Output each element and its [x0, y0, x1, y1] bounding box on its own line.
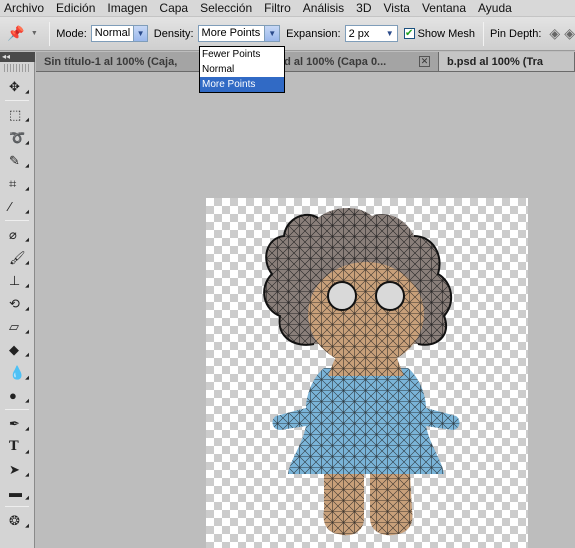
separator	[49, 21, 51, 46]
separator	[5, 409, 29, 410]
chevron-down-icon: ▼	[133, 26, 147, 41]
density-option-more[interactable]: More Points	[200, 77, 284, 92]
document-tab-bar: Sin título-1 al 100% (Caja, rosa.psd al …	[36, 52, 575, 72]
mode-label: Mode:	[56, 27, 87, 40]
show-mesh-label: Show Mesh	[417, 27, 476, 40]
puppet-warp-mesh-figure	[263, 207, 460, 536]
path-selection-tool-icon[interactable]: ➤ ◢	[2, 459, 32, 480]
menu-capa[interactable]: Capa	[153, 0, 194, 17]
tool-preset-picker[interactable]: 📌 ▼	[0, 19, 45, 49]
expansion-input[interactable]: 2 px ▼	[344, 25, 398, 42]
menu-3d[interactable]: 3D	[350, 0, 377, 17]
pin-depth-controls: ◈ ◈	[549, 25, 575, 42]
show-mesh-checkbox[interactable]: ✔	[403, 28, 415, 39]
mode-select[interactable]: Normal ▼	[90, 25, 148, 42]
tab-label: Sin título-1 al 100% (Caja,	[44, 55, 178, 68]
move-tool-icon[interactable]: ✥ ◢	[2, 76, 32, 97]
menu-imagen[interactable]: Imagen	[101, 0, 153, 17]
menu-ventana[interactable]: Ventana	[416, 0, 472, 17]
quick-selection-tool-icon[interactable]: ✎ ◢	[2, 150, 32, 171]
separator	[5, 220, 29, 221]
menu-vista[interactable]: Vista	[378, 0, 416, 17]
toolbox-gripper[interactable]	[4, 64, 30, 72]
paint-bucket-tool-icon[interactable]: ◆ ◢	[2, 339, 32, 360]
separator	[5, 506, 29, 507]
menu-filtro[interactable]: Filtro	[258, 0, 297, 17]
expansion-label: Expansion:	[286, 27, 341, 40]
marquee-tool-icon[interactable]: ⬚ ◢	[2, 104, 32, 125]
separator	[483, 21, 485, 46]
clone-stamp-tool-icon[interactable]: ⊥ ◢	[2, 270, 32, 291]
density-option-normal[interactable]: Normal	[200, 62, 284, 77]
brush-tool-icon[interactable]: 🖌 ◢	[2, 247, 32, 268]
tab-b[interactable]: b.psd al 100% (Tra	[439, 52, 575, 71]
menu-seleccion[interactable]: Selección	[194, 0, 258, 17]
density-option-fewer[interactable]: Fewer Points	[200, 47, 284, 62]
chevron-down-icon: ▼	[385, 29, 394, 38]
options-bar: 📌 ▼ Mode: Normal ▼ Density: More Points …	[0, 17, 575, 51]
pen-tool-icon[interactable]: ✒ ◢	[2, 413, 32, 434]
rectangle-tool-icon[interactable]: ▬ ◢	[2, 482, 32, 503]
eyedropper-tool-icon[interactable]: ⁄ ◢	[2, 196, 32, 217]
density-dropdown-list: Fewer Points Normal More Points	[199, 46, 285, 93]
toolbox: ✥ ◢ ⬚ ◢ ➰ ◢ ✎ ◢ ⌗ ◢ ⁄ ◢ ⌀ ◢ 🖌 ◢ ⊥ ◢ ⟲ ◢ ▱ ◢ ◆ ◢ 💧 ◢ ●…	[0, 62, 35, 548]
separator	[5, 100, 29, 101]
toolbox-collapse[interactable]: ◂◂	[0, 52, 35, 62]
menu-archivo[interactable]: Archivo	[0, 0, 50, 17]
history-brush-tool-icon[interactable]: ⟲ ◢	[2, 293, 32, 314]
chevron-down-icon: ▼	[30, 30, 38, 37]
left-eye-shape	[327, 281, 357, 311]
right-eye-shape	[375, 281, 405, 311]
density-select[interactable]: More Points ▼	[197, 25, 281, 42]
menu-analisis[interactable]: Análisis	[297, 0, 350, 17]
lasso-tool-icon[interactable]: ➰ ◢	[2, 127, 32, 148]
menu-ayuda[interactable]: Ayuda	[472, 0, 518, 17]
menu-edicion[interactable]: Edición	[50, 0, 101, 17]
type-tool-icon[interactable]: T ◢	[2, 436, 32, 457]
density-value: More Points	[201, 27, 261, 39]
eraser-tool-icon[interactable]: ▱ ◢	[2, 316, 32, 337]
close-icon[interactable]: ✕	[419, 56, 430, 67]
blur-tool-icon[interactable]: 💧 ◢	[2, 362, 32, 383]
puppet-pin-icon: 📌	[7, 25, 25, 41]
3d-rotate-tool-icon[interactable]: ❂ ◢	[2, 510, 32, 531]
crop-tool-icon[interactable]: ⌗ ◢	[2, 173, 32, 194]
mode-value: Normal	[94, 27, 131, 39]
pin-forward-icon[interactable]: ◈	[549, 25, 560, 42]
menu-bar: Archivo Edición Imagen Capa Selección Fi…	[0, 0, 575, 17]
chevron-down-icon: ▼	[264, 26, 280, 41]
dodge-tool-icon[interactable]: ● ◢	[2, 385, 32, 406]
pin-depth-label: Pin Depth:	[490, 27, 542, 40]
healing-brush-tool-icon[interactable]: ⌀ ◢	[2, 224, 32, 245]
canvas-area[interactable]	[36, 72, 575, 548]
density-label: Density:	[153, 27, 194, 40]
document-canvas[interactable]	[206, 198, 528, 548]
expansion-value: 2 px	[348, 27, 370, 40]
tab-label: b.psd al 100% (Tra	[447, 55, 543, 68]
pin-backward-icon[interactable]: ◈	[564, 25, 575, 42]
